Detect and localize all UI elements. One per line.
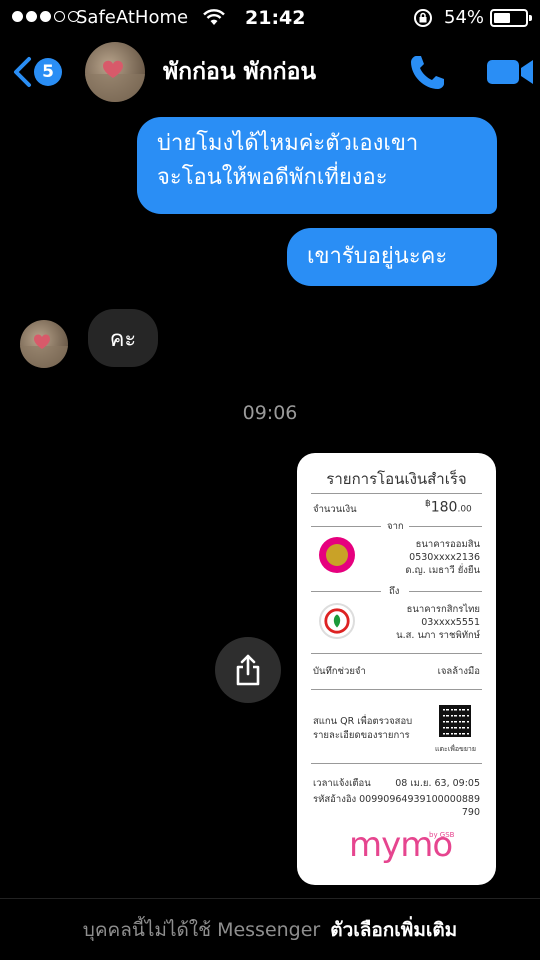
amount-label: จำนวนเงิน — [313, 504, 357, 515]
qr-instruction-line: รายละเอียดของรายการ — [313, 730, 410, 741]
divider — [311, 526, 381, 527]
divider — [311, 591, 381, 592]
share-icon — [236, 654, 260, 686]
heart-sticker-icon — [20, 334, 68, 368]
signal-strength-icon — [12, 11, 79, 22]
divider — [311, 689, 482, 690]
memo-label: บันทึกช่วยจำ — [313, 666, 366, 677]
divider — [409, 591, 482, 592]
divider — [409, 526, 482, 527]
from-label: จาก — [387, 521, 404, 532]
to-account: 03xxxx5551 — [421, 617, 480, 628]
message-timestamp: 09:06 — [242, 402, 298, 424]
to-name: น.ส. นภา ราชพิทักษ์ — [396, 630, 480, 641]
wifi-icon — [203, 9, 225, 25]
kbank-logo-icon — [319, 603, 355, 639]
divider — [311, 653, 482, 654]
from-account: 0530xxxx2136 — [409, 552, 480, 563]
back-button[interactable]: 5 — [12, 52, 68, 92]
brand-tag: by GSB — [429, 831, 455, 839]
conversation-header: 5 พักก่อน พักก่อน — [0, 36, 540, 108]
divider — [311, 493, 482, 494]
status-time: 21:42 — [245, 7, 306, 29]
rotation-lock-icon — [414, 9, 432, 27]
heart-sticker-icon — [85, 60, 145, 102]
status-bar: SafeAtHome 21:42 54% — [0, 0, 540, 36]
contact-name[interactable]: พักก่อน พักก่อน — [163, 54, 316, 90]
battery-icon — [490, 9, 532, 27]
gsb-bank-logo-icon — [319, 537, 355, 573]
qr-caption: แตะเพื่อขยาย — [435, 745, 476, 753]
from-name: ด.ญ. เมธาวี ยั่งยืน — [405, 565, 480, 576]
from-bank: ธนาคารออมสิน — [415, 539, 480, 550]
outgoing-message[interactable]: เขารับอยู่นะคะ — [287, 228, 497, 286]
receipt-title: รายการโอนเงินสำเร็จ — [326, 470, 467, 488]
memo-value: เจลล้างมือ — [437, 666, 480, 677]
to-bank: ธนาคารกสิกรไทย — [406, 604, 480, 615]
time-label: เวลาแจ้งเตือน — [313, 778, 371, 789]
incoming-message[interactable]: คะ — [88, 309, 158, 367]
divider — [311, 763, 482, 764]
ref-label: รหัสอ้างอิง — [313, 794, 357, 805]
unread-count-badge: 5 — [34, 58, 62, 86]
transfer-receipt-image[interactable]: รายการโอนเงินสำเร็จ จำนวนเงิน ฿180.00 จา… — [297, 453, 496, 885]
share-button[interactable] — [215, 637, 281, 703]
qr-instruction-line: สแกน QR เพื่อตรวจสอบ — [313, 716, 413, 727]
back-chevron-icon — [14, 57, 31, 87]
messenger-footer: บุคคลนี้ไม่ได้ใช้ Messenger ตัวเลือกเพิ่… — [0, 898, 540, 960]
qr-code-icon[interactable] — [439, 705, 471, 737]
message-line: จะโอนให้พอดีพักเที่ยงอะ — [157, 165, 388, 190]
ref-value: 00990964939100000889 — [359, 794, 480, 805]
ref-value-cont: 790 — [461, 807, 480, 818]
video-camera-icon[interactable] — [485, 54, 535, 90]
phone-icon[interactable] — [406, 50, 450, 94]
sender-avatar[interactable] — [20, 320, 68, 368]
battery-percent: 54% — [444, 7, 485, 28]
amount-value: ฿180.00 — [425, 499, 472, 516]
time-value: 08 เม.ย. 63, 09:05 — [395, 778, 480, 789]
carrier-name: SafeAtHome — [76, 7, 189, 28]
to-label: ถึง — [389, 586, 400, 597]
more-options-link[interactable]: ตัวเลือกเพิ่มเติม — [330, 915, 457, 945]
outgoing-message[interactable]: บ่ายโมงได้ไหมค่ะตัวเองเขา จะโอนให้พอดีพั… — [137, 117, 497, 214]
message-line: บ่ายโมงได้ไหมค่ะตัวเองเขา — [157, 131, 419, 156]
not-on-messenger-notice: บุคคลนี้ไม่ได้ใช้ Messenger — [82, 918, 321, 941]
contact-avatar[interactable] — [85, 42, 145, 102]
